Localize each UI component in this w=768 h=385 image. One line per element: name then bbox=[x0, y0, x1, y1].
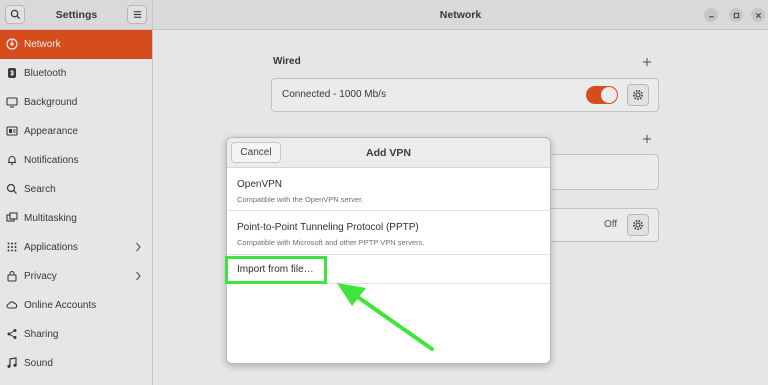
option-title: OpenVPN bbox=[237, 179, 283, 190]
option-title: Point-to-Point Tunneling Protocol (PPTP) bbox=[237, 222, 419, 233]
option-subtitle: Compatible with the OpenVPN server. bbox=[237, 195, 364, 204]
add-vpn-dialog: Add VPN Cancel OpenVPN Compatible with t… bbox=[226, 137, 551, 364]
vpn-option-openvpn[interactable]: OpenVPN Compatible with the OpenVPN serv… bbox=[227, 168, 550, 211]
option-subtitle: Compatible with Microsoft and other PPTP… bbox=[237, 238, 425, 247]
cancel-button[interactable]: Cancel bbox=[231, 142, 281, 163]
dialog-header: Add VPN Cancel bbox=[227, 138, 550, 168]
highlight-box bbox=[225, 256, 327, 284]
vpn-option-pptp[interactable]: Point-to-Point Tunneling Protocol (PPTP)… bbox=[227, 211, 550, 255]
